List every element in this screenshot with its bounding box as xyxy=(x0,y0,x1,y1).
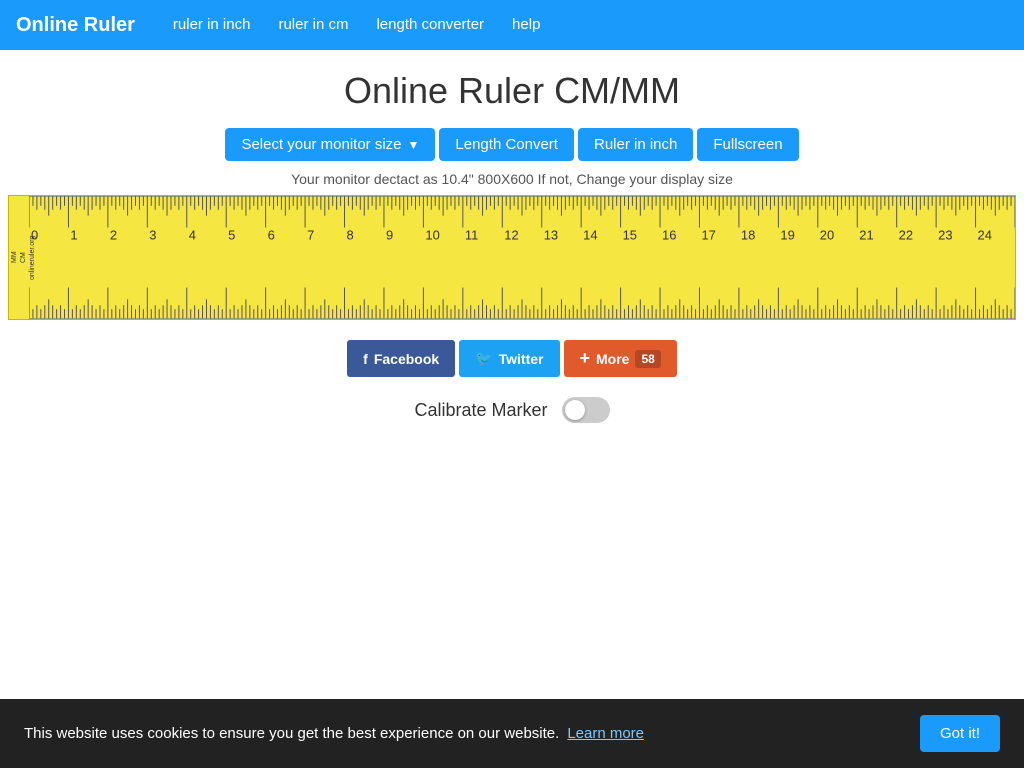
svg-text:4: 4 xyxy=(189,227,196,242)
twitter-icon: 🐦 xyxy=(475,350,492,367)
nav-length-converter[interactable]: length converter xyxy=(362,0,498,50)
ruler-ticks-svg: 0123456789101112131415161718192021222324… xyxy=(29,196,1015,319)
dropdown-arrow-icon: ▼ xyxy=(408,138,420,152)
calibrate-toggle[interactable] xyxy=(562,397,610,423)
monitor-info: Your monitor dectact as 10.4" 800X600 If… xyxy=(291,171,733,187)
facebook-icon: f xyxy=(363,351,368,367)
svg-text:1: 1 xyxy=(70,227,77,242)
brand-logo[interactable]: Online Ruler xyxy=(16,14,135,37)
toggle-knob xyxy=(565,400,585,420)
svg-text:24: 24 xyxy=(978,227,992,242)
twitter-share-button[interactable]: 🐦 Twitter xyxy=(459,340,559,377)
nav-help[interactable]: help xyxy=(498,0,554,50)
nav-links: ruler in inch ruler in cm length convert… xyxy=(159,0,555,50)
svg-text:6: 6 xyxy=(268,227,275,242)
cookie-message: This website uses cookies to ensure you … xyxy=(24,725,559,742)
svg-text:22: 22 xyxy=(899,227,913,242)
svg-text:2: 2 xyxy=(110,227,117,242)
svg-text:12: 12 xyxy=(504,227,518,242)
plus-icon: + xyxy=(580,348,591,369)
got-it-button[interactable]: Got it! xyxy=(920,715,1000,752)
svg-text:3: 3 xyxy=(149,227,156,242)
ruler-inch-button[interactable]: Ruler in inch xyxy=(578,128,693,161)
svg-text:21: 21 xyxy=(859,227,873,242)
svg-text:9: 9 xyxy=(386,227,393,242)
svg-text:15: 15 xyxy=(623,227,637,242)
learn-more-link[interactable]: Learn more xyxy=(567,725,644,742)
cookie-banner: This website uses cookies to ensure you … xyxy=(0,699,1024,768)
length-convert-button[interactable]: Length Convert xyxy=(439,128,574,161)
ruler-label-mm: MM xyxy=(11,252,18,264)
svg-text:10: 10 xyxy=(425,227,439,242)
more-share-button[interactable]: + More 58 xyxy=(564,340,677,377)
svg-text:23: 23 xyxy=(938,227,952,242)
svg-text:19: 19 xyxy=(780,227,794,242)
svg-text:20: 20 xyxy=(820,227,834,242)
ruler: MM CM onlineruler.org 012345678910111213… xyxy=(8,195,1016,320)
twitter-label: Twitter xyxy=(499,351,544,367)
svg-text:17: 17 xyxy=(701,227,715,242)
ruler-side-label: MM CM onlineruler.org xyxy=(11,200,27,315)
share-count: 58 xyxy=(635,350,660,368)
facebook-share-button[interactable]: f Facebook xyxy=(347,340,455,377)
cookie-text: This website uses cookies to ensure you … xyxy=(24,725,900,742)
page-title: Online Ruler CM/MM xyxy=(344,70,680,112)
svg-text:0: 0 xyxy=(31,227,38,242)
calibrate-section: Calibrate Marker xyxy=(414,397,609,423)
nav-ruler-cm[interactable]: ruler in cm xyxy=(264,0,362,50)
svg-text:8: 8 xyxy=(347,227,354,242)
svg-text:18: 18 xyxy=(741,227,755,242)
svg-text:16: 16 xyxy=(662,227,676,242)
svg-text:5: 5 xyxy=(228,227,235,242)
toolbar: Select your monitor size ▼ Length Conver… xyxy=(225,128,798,161)
monitor-select-label: Select your monitor size xyxy=(241,136,401,153)
facebook-label: Facebook xyxy=(374,351,439,367)
main-content: Online Ruler CM/MM Select your monitor s… xyxy=(0,50,1024,443)
monitor-select-button[interactable]: Select your monitor size ▼ xyxy=(225,128,435,161)
share-buttons: f Facebook 🐦 Twitter + More 58 xyxy=(347,340,677,377)
svg-text:7: 7 xyxy=(307,227,314,242)
nav-ruler-inch[interactable]: ruler in inch xyxy=(159,0,265,50)
fullscreen-button[interactable]: Fullscreen xyxy=(697,128,798,161)
navbar: Online Ruler ruler in inch ruler in cm l… xyxy=(0,0,1024,50)
ruler-label-cm: CM xyxy=(20,252,27,263)
svg-text:13: 13 xyxy=(544,227,558,242)
more-label: More xyxy=(596,351,629,367)
calibrate-label: Calibrate Marker xyxy=(414,400,547,421)
svg-text:14: 14 xyxy=(583,227,597,242)
svg-text:11: 11 xyxy=(465,227,478,242)
